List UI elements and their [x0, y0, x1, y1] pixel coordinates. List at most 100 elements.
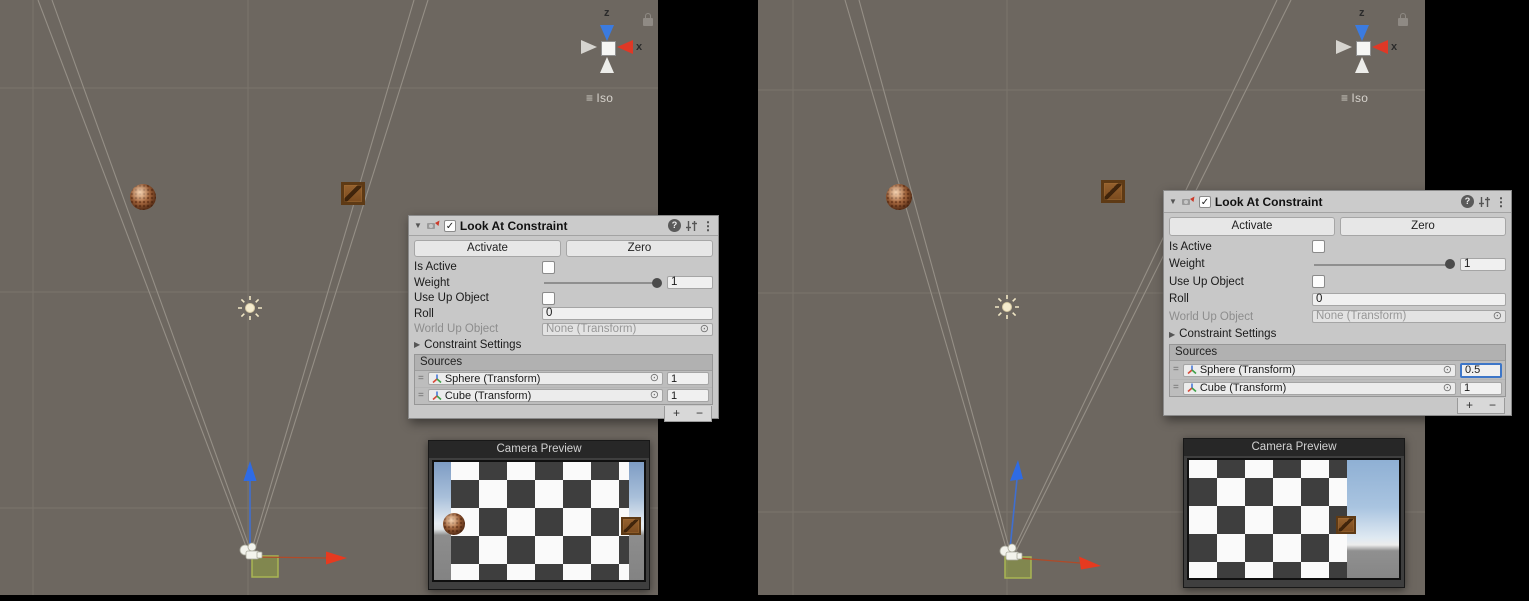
foldout-collapsed-icon[interactable]: ▶: [414, 340, 420, 349]
remove-source-button[interactable]: −: [1481, 398, 1504, 413]
source-row[interactable]: = Sphere (Transform) ⊙ 0.5: [1170, 361, 1505, 379]
camera-preview-title: Camera Preview: [429, 441, 649, 458]
help-icon[interactable]: ?: [668, 219, 681, 232]
camera-object[interactable]: [240, 543, 262, 559]
source-object-field[interactable]: Sphere (Transform) ⊙: [428, 372, 663, 385]
lock-icon[interactable]: [643, 18, 653, 26]
gizmo-bottom-cone[interactable]: [1355, 57, 1369, 73]
preset-icon[interactable]: [685, 220, 698, 232]
help-icon[interactable]: ?: [1461, 195, 1474, 208]
drag-handle-icon[interactable]: =: [1173, 383, 1179, 393]
source-object-field[interactable]: Sphere (Transform) ⊙: [1183, 364, 1456, 377]
roll-field[interactable]: 0: [1312, 293, 1506, 306]
iso-label: Iso: [1351, 91, 1368, 105]
is-active-checkbox[interactable]: [1312, 240, 1325, 253]
gizmo-z-cone[interactable]: [600, 25, 614, 41]
source-weight-field[interactable]: 0.5: [1460, 363, 1502, 378]
gizmo-z-cone[interactable]: [1355, 25, 1369, 41]
transform-icon: [1187, 383, 1197, 393]
world-up-object-field[interactable]: None (Transform) ⊙: [542, 323, 713, 336]
component-header[interactable]: ▼ ✓ Look At Constraint ? ⋮: [409, 216, 718, 236]
activate-button[interactable]: Activate: [414, 240, 561, 257]
camera-preview-image: [1189, 460, 1399, 578]
weight-slider[interactable]: [542, 276, 662, 289]
sources-header: Sources: [415, 355, 712, 371]
zero-button[interactable]: Zero: [1340, 217, 1506, 236]
preset-icon[interactable]: [1478, 196, 1491, 208]
drag-handle-icon[interactable]: =: [418, 391, 424, 401]
menu-icon[interactable]: ⋮: [702, 219, 713, 233]
iso-mode-button[interactable]: ≡Iso: [586, 91, 613, 105]
weight-slider[interactable]: [1312, 258, 1455, 271]
cube-object[interactable]: [341, 182, 365, 205]
weight-value-field[interactable]: 1: [667, 276, 713, 289]
orientation-gizmo[interactable]: z x: [1325, 6, 1420, 86]
object-picker-icon[interactable]: ⊙: [1443, 383, 1452, 394]
constraint-icon: [1181, 195, 1195, 208]
gizmo-x-cone[interactable]: [1372, 40, 1388, 54]
roll-field[interactable]: 0: [542, 307, 713, 320]
gizmo-x-cone[interactable]: [617, 40, 633, 54]
cube-object[interactable]: [1101, 180, 1125, 203]
activate-button[interactable]: Activate: [1169, 217, 1335, 236]
iso-mode-button[interactable]: ≡Iso: [1341, 91, 1368, 105]
object-picker-icon[interactable]: ⊙: [650, 390, 659, 401]
drag-handle-icon[interactable]: =: [418, 374, 424, 384]
transform-icon: [1187, 365, 1197, 375]
source-row[interactable]: = Cube (Transform) ⊙ 1: [1170, 379, 1505, 396]
constraint-icon: [426, 219, 440, 232]
source-object-field[interactable]: Cube (Transform) ⊙: [1183, 382, 1456, 395]
hamburger-icon: ≡: [586, 91, 593, 105]
foldout-collapsed-icon[interactable]: ▶: [1169, 330, 1175, 339]
remove-source-button[interactable]: −: [688, 406, 711, 421]
source-object-field[interactable]: Cube (Transform) ⊙: [428, 389, 663, 402]
component-title: Look At Constraint: [1215, 195, 1457, 209]
object-picker-icon[interactable]: ⊙: [650, 373, 659, 384]
object-picker-icon[interactable]: ⊙: [700, 324, 709, 335]
source-row[interactable]: = Cube (Transform) ⊙ 1: [415, 387, 712, 404]
component-enabled-checkbox[interactable]: ✓: [444, 220, 456, 232]
is-active-checkbox[interactable]: [542, 261, 555, 274]
object-picker-icon[interactable]: ⊙: [1493, 311, 1502, 322]
gizmo-center-cube[interactable]: [1356, 41, 1371, 56]
roll-label: Roll: [414, 308, 542, 320]
use-up-object-checkbox[interactable]: [1312, 275, 1325, 288]
component-enabled-checkbox[interactable]: ✓: [1199, 196, 1211, 208]
camera-preview-title: Camera Preview: [1184, 439, 1404, 456]
source-weight-field[interactable]: 1: [667, 389, 709, 402]
gizmo-left-cone[interactable]: [1336, 40, 1352, 54]
object-picker-icon[interactable]: ⊙: [1443, 365, 1452, 376]
use-up-object-checkbox[interactable]: [542, 292, 555, 305]
component-header[interactable]: ▼ ✓ Look At Constraint ? ⋮: [1164, 191, 1511, 213]
gizmo-bottom-cone[interactable]: [600, 57, 614, 73]
zero-button[interactable]: Zero: [566, 240, 713, 257]
source-object-name: Sphere (Transform): [1200, 364, 1440, 376]
directional-light-gizmo[interactable]: [995, 295, 1019, 319]
look-at-constraint-panel-left: ▼ ✓ Look At Constraint ? ⋮ Activate Zero…: [408, 215, 719, 419]
world-up-object-label: World Up Object: [1169, 311, 1312, 323]
sphere-object[interactable]: [130, 184, 156, 210]
look-at-constraint-panel-right: ▼ ✓ Look At Constraint ? ⋮ Activate Zero…: [1163, 190, 1512, 416]
foldout-arrow-icon[interactable]: ▼: [1169, 197, 1177, 206]
directional-light-gizmo[interactable]: [238, 296, 262, 320]
weight-value-field[interactable]: 1: [1460, 258, 1506, 271]
axis-z-label: z: [604, 7, 610, 19]
world-up-object-value: None (Transform): [546, 323, 636, 336]
gizmo-center-cube[interactable]: [601, 41, 616, 56]
add-source-button[interactable]: +: [665, 406, 688, 421]
drag-handle-icon[interactable]: =: [1173, 365, 1179, 375]
add-source-button[interactable]: +: [1458, 398, 1481, 413]
foldout-arrow-icon[interactable]: ▼: [414, 221, 422, 230]
gizmo-left-cone[interactable]: [581, 40, 597, 54]
source-weight-field[interactable]: 1: [1460, 382, 1502, 395]
component-title: Look At Constraint: [460, 219, 664, 233]
source-row[interactable]: = Sphere (Transform) ⊙ 1: [415, 371, 712, 387]
orientation-gizmo[interactable]: z x: [570, 6, 658, 86]
sphere-object[interactable]: [886, 184, 912, 210]
weight-label: Weight: [1169, 258, 1312, 270]
move-gizmo-y-axis[interactable]: [1010, 460, 1023, 549]
lock-icon[interactable]: [1398, 18, 1408, 26]
source-weight-field[interactable]: 1: [667, 372, 709, 385]
menu-icon[interactable]: ⋮: [1495, 195, 1506, 209]
world-up-object-field[interactable]: None (Transform) ⊙: [1312, 310, 1506, 323]
